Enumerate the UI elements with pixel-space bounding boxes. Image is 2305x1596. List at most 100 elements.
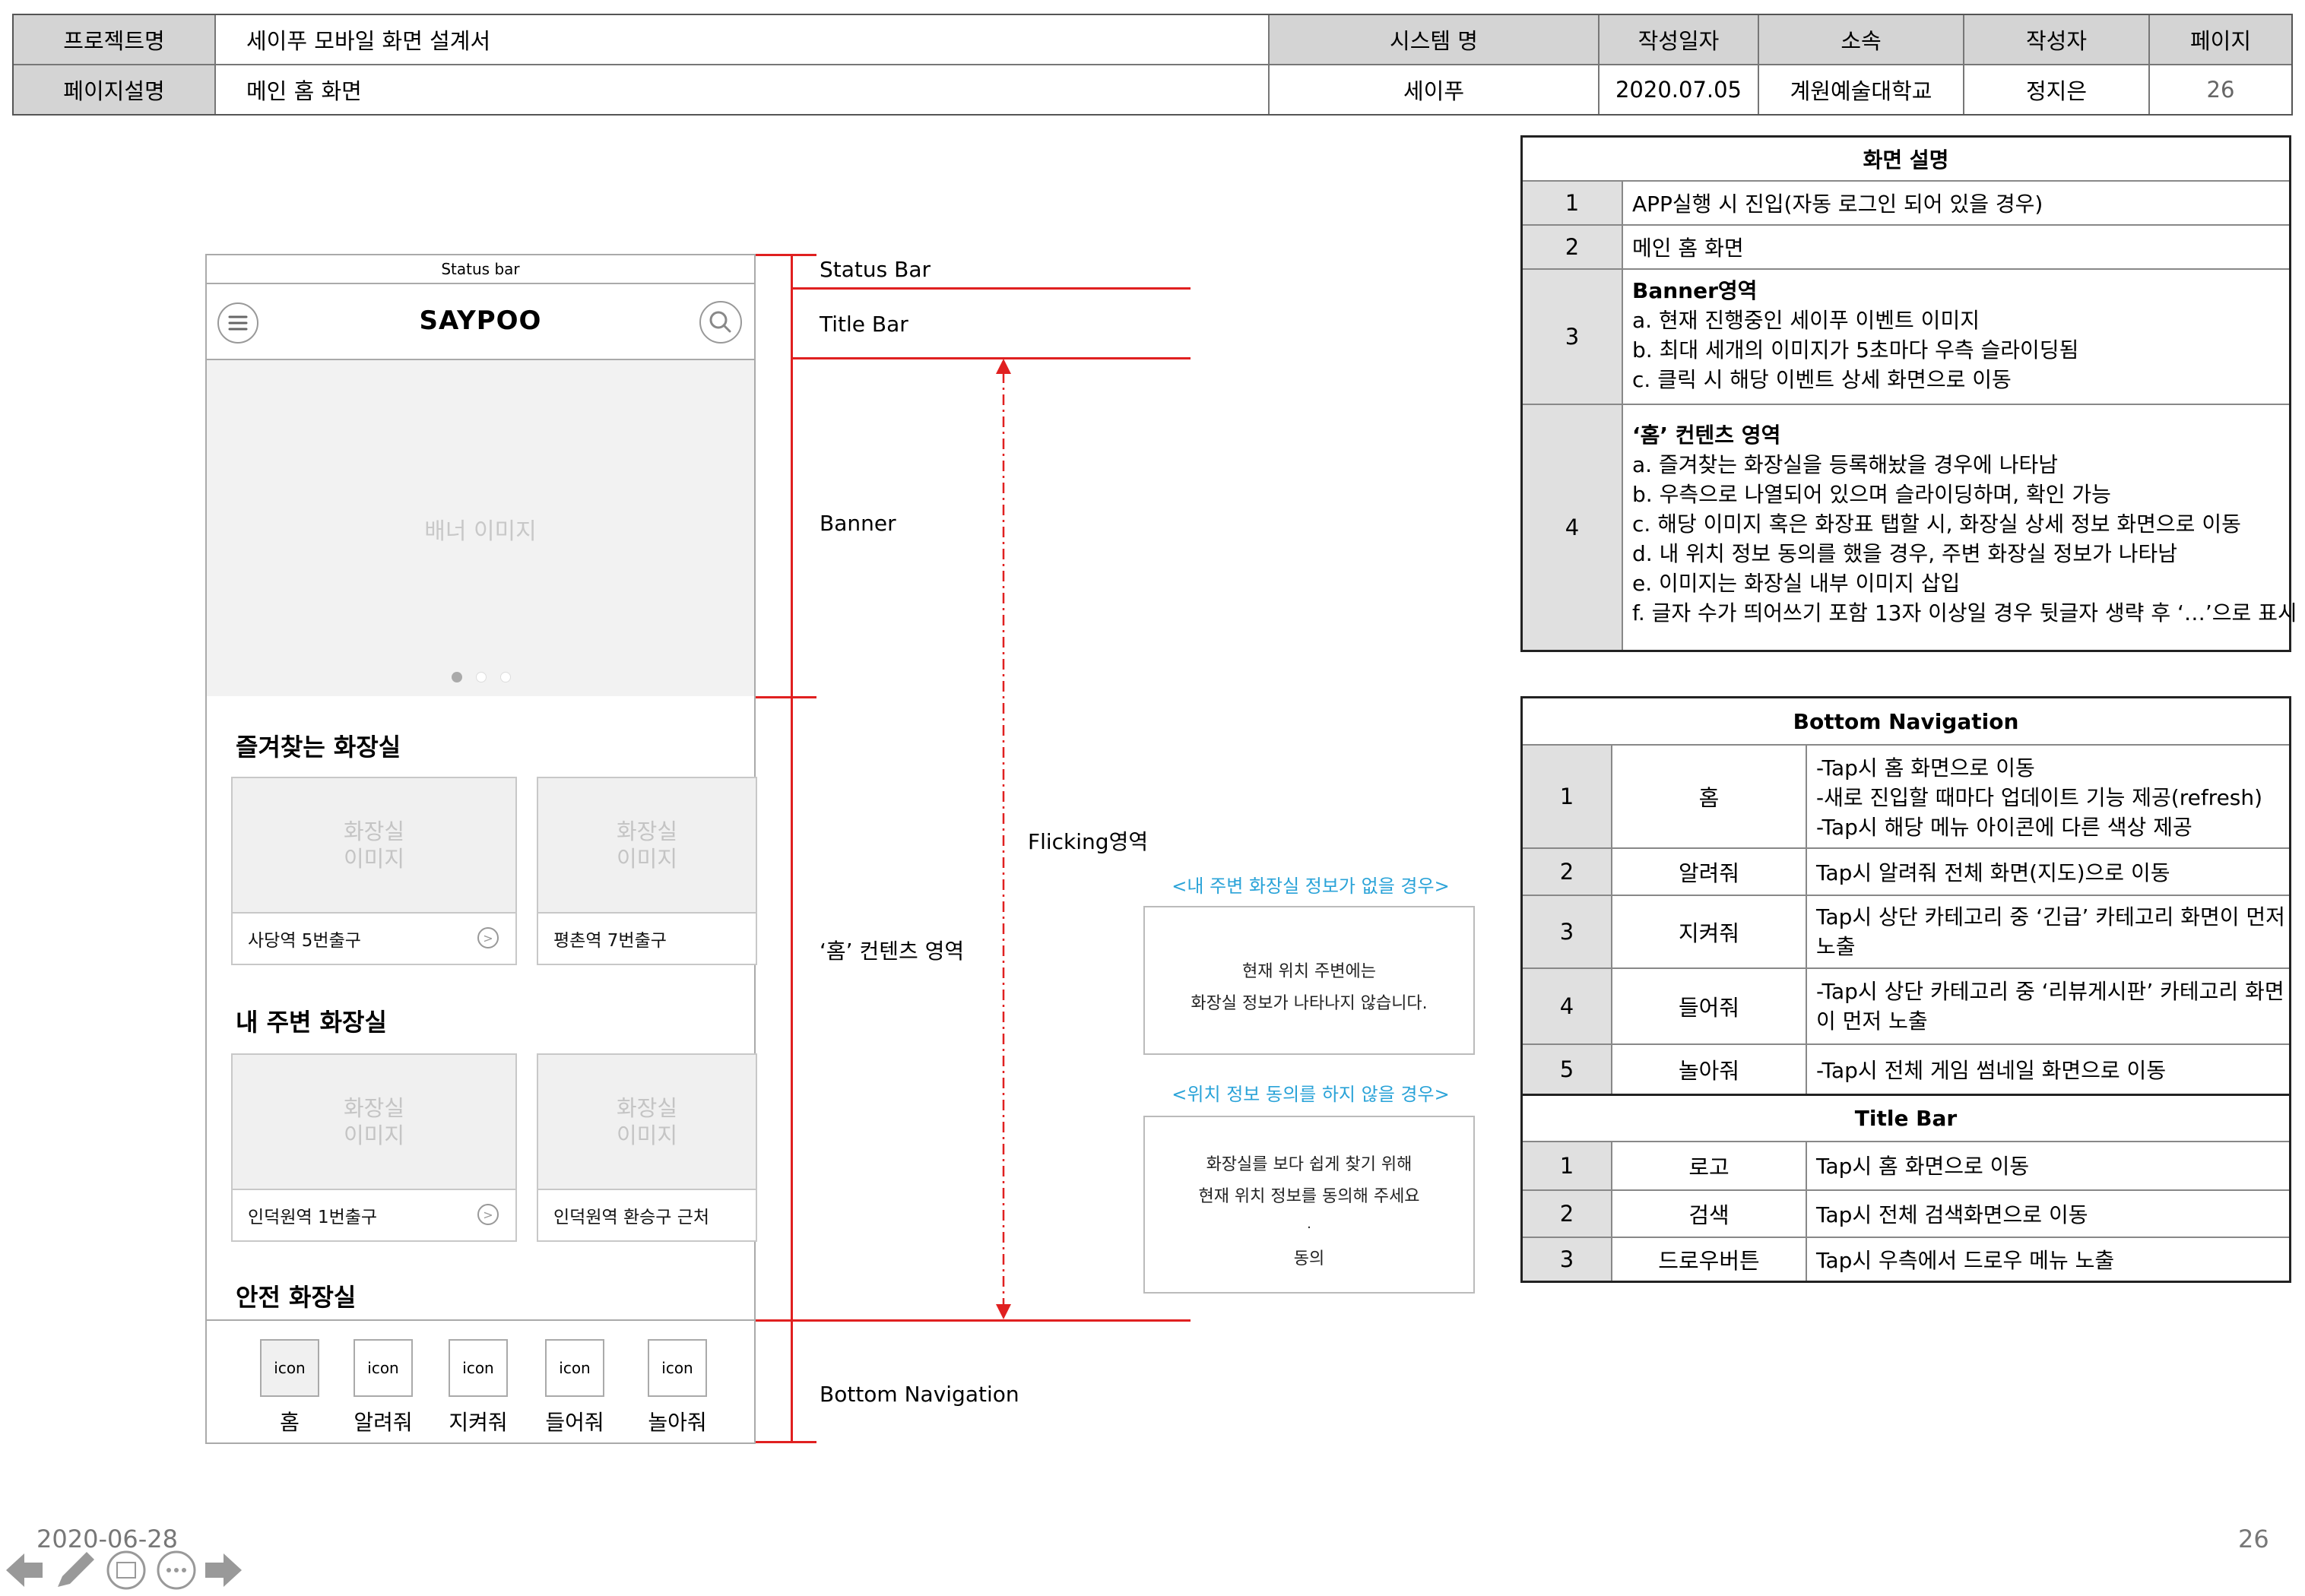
nav-label-protect[interactable]: 지켜줘 — [433, 1406, 524, 1436]
row-text: APP실행 시 진입(자동 로그인 되어 있을 경우) — [1632, 192, 2043, 217]
row-number: 1 — [1523, 746, 1612, 847]
date-label: 작성일자 — [1600, 15, 1759, 65]
row-line: -새로 진입할 때마다 업데이트 기능 제공(refresh) — [1816, 785, 2263, 810]
system-value: 세이푸 — [1270, 65, 1600, 114]
row-line: a. 즐겨찾는 화장실을 등록해놨을 경우에 나타남 — [1632, 452, 2059, 477]
banner-image-text: 배너 이미지 — [424, 518, 537, 545]
row-number: 3 — [1523, 1238, 1612, 1281]
nearby-title: 내 주변 화장실 — [236, 1008, 387, 1037]
agree-button[interactable]: 동의 — [1145, 1245, 1473, 1269]
arrow-left-icon[interactable] — [3, 1550, 46, 1590]
chevron-right-icon[interactable]: > — [477, 927, 499, 948]
org-label: 소속 — [1759, 15, 1964, 65]
page-value: 26 — [2150, 65, 2291, 114]
row-number: 4 — [1523, 405, 1623, 650]
screen-description-table: 화면 설명 1 APP실행 시 진입(자동 로그인 되어 있을 경우) 2 메인… — [1520, 135, 2297, 652]
popup-no-consent: 화장실를 보다 쉽게 찾기 위해 현재 위치 정보를 동의해 주세요 . 동의 — [1143, 1116, 1475, 1294]
nav-label-listen[interactable]: 들어줘 — [529, 1406, 620, 1436]
arrow-right-icon[interactable] — [202, 1550, 245, 1590]
popup-no-consent-dot: . — [1307, 1216, 1311, 1232]
project-label: 프로젝트명 — [14, 15, 216, 65]
screen-desc-row: 1 APP실행 시 진입(자동 로그인 되어 있을 경우) — [1523, 180, 2289, 224]
anno-home-contents: ‘홈’ 컨텐츠 영역 — [820, 939, 965, 964]
row-text: Tap시 알려줘 전체 화면(지도)으로 이동 — [1816, 860, 2170, 885]
popup-no-consent-line2: 현재 위치 정보를 동의해 주세요 — [1198, 1187, 1420, 1206]
slideshow-controls — [3, 1547, 246, 1593]
anno-banner: Banner — [820, 511, 896, 536]
row-line: e. 이미지는 화장실 내부 이미지 삽입 — [1632, 571, 1961, 596]
slide-view-icon[interactable] — [105, 1549, 147, 1591]
banner-dot[interactable] — [476, 672, 487, 682]
title-bar-table-title: Title Bar — [1854, 1105, 1958, 1131]
safe-title: 안전 화장실 — [236, 1283, 357, 1312]
nav-spec-row: 1 홈 -Tap시 홈 화면으로 이동 -새로 진입할 때마다 업데이트 기능 … — [1523, 744, 2289, 847]
banner[interactable]: 배너 이미지 — [205, 359, 756, 698]
row-text: Tap시 전체 검색화면으로 이동 — [1816, 1202, 2088, 1227]
play-icon[interactable]: icon — [648, 1339, 707, 1397]
more-options-icon[interactable] — [155, 1549, 198, 1591]
row-name: 홈 — [1612, 746, 1807, 847]
chevron-right-icon[interactable]: > — [477, 1204, 499, 1225]
card-caption: 평촌역 7번출구 — [553, 931, 667, 951]
row-number: 1 — [1523, 1142, 1612, 1189]
screen-desc-row: 2 메인 홈 화면 — [1523, 224, 2289, 268]
annotation-line — [756, 1319, 1191, 1322]
screen-desc-row: 3 Banner영역 a. 현재 진행중인 세이푸 이벤트 이미지 b. 최대 … — [1523, 268, 2289, 404]
banner-dot-active[interactable] — [452, 672, 462, 682]
protect-icon[interactable]: icon — [449, 1339, 508, 1397]
row-name: 지켜줘 — [1612, 896, 1807, 967]
anno-title-bar: Title Bar — [820, 312, 908, 337]
row-number: 2 — [1523, 226, 1623, 268]
row-name: 드로우버튼 — [1612, 1238, 1807, 1281]
bottom-nav-table-title: Bottom Navigation — [1793, 708, 2019, 734]
app-logo[interactable]: SAYPOO — [207, 306, 754, 336]
favorite-card[interactable]: 화장실 이미지 평촌역 7번출구 — [537, 777, 757, 965]
title-spec-row: 2 검색 Tap시 전체 검색화면으로 이동 — [1523, 1189, 2289, 1237]
row-line: -Tap시 해당 메뉴 아이콘에 다른 색상 제공 — [1816, 815, 2192, 840]
home-icon[interactable]: icon — [260, 1339, 319, 1397]
row-line: c. 해당 이미지 혹은 화장표 탭할 시, 화장실 상세 정보 화면으로 이동 — [1632, 511, 2241, 537]
nearby-card[interactable]: 화장실 이미지 인덕원역 환승구 근처 — [537, 1053, 757, 1242]
row-text: Tap시 우측에서 드로우 메뉴 노출 — [1816, 1248, 2115, 1273]
row-line: b. 최대 세개의 이미지가 5초마다 우측 슬라이딩됨 — [1632, 337, 2079, 363]
title-spec-row: 1 로고 Tap시 홈 화면으로 이동 — [1523, 1141, 2289, 1189]
row-number: 2 — [1523, 849, 1612, 895]
popup-no-info: 현재 위치 주변에는 화장실 정보가 나타나지 않습니다. — [1143, 906, 1475, 1055]
nearby-card[interactable]: 화장실 이미지 인덕원역 1번출구 > — [231, 1053, 517, 1242]
nav-spec-row: 5 놀아줘 -Tap시 전체 게임 썸네일 화면으로 이동 — [1523, 1043, 2289, 1094]
notify-icon[interactable]: icon — [354, 1339, 413, 1397]
nav-spec-row: 2 알려줘 Tap시 알려줘 전체 화면(지도)으로 이동 — [1523, 847, 2289, 895]
nav-label-play[interactable]: 놀아줘 — [632, 1406, 723, 1436]
screen-desc-row: 4 ‘홈’ 컨텐츠 영역 a. 즐겨찾는 화장실을 등록해놨을 경우에 나타남 … — [1523, 404, 2297, 650]
row-number: 3 — [1523, 270, 1623, 404]
nav-label-home[interactable]: 홈 — [244, 1406, 335, 1436]
row-text: Tap시 상단 카테고리 중 ‘긴급’ 카테고리 화면이 먼저 노출 — [1816, 896, 2285, 967]
project-value: 세이푸 모바일 화면 설계서 — [216, 15, 1270, 65]
banner-dot[interactable] — [500, 672, 511, 682]
system-label: 시스템 명 — [1270, 15, 1600, 65]
row-line: 노출 — [1816, 934, 1856, 959]
annotation-line — [791, 287, 1191, 290]
favorite-card[interactable]: 화장실 이미지 사당역 5번출구 > — [231, 777, 517, 965]
status-bar-label: Status bar — [441, 260, 520, 278]
nav-label-notify[interactable]: 알려줘 — [338, 1406, 429, 1436]
listen-icon[interactable]: icon — [545, 1339, 604, 1397]
row-line: a. 현재 진행중인 세이푸 이벤트 이미지 — [1632, 308, 1980, 333]
row-text: -Tap시 전체 게임 썸네일 화면으로 이동 — [1816, 1058, 2167, 1083]
row-line: b. 우측으로 나열되어 있으며 슬라이딩하며, 확인 가능 — [1632, 482, 2111, 507]
footer-page-number: 26 — [2238, 1525, 2269, 1553]
row-heading: ‘홈’ 컨텐츠 영역 — [1632, 423, 1781, 448]
row-line: -Tap시 홈 화면으로 이동 — [1816, 755, 2035, 781]
row-name: 들어줘 — [1612, 969, 1807, 1043]
title-bar-table-header: Title Bar — [1523, 1094, 2289, 1141]
search-icon[interactable] — [699, 301, 742, 344]
row-number: 2 — [1523, 1191, 1612, 1237]
row-line: Tap시 상단 카테고리 중 ‘긴급’ 카테고리 화면이 먼저 — [1816, 904, 2285, 929]
row-name: 검색 — [1612, 1191, 1807, 1237]
popup-no-info-caption: <내 주변 화장실 정보가 없을 경우> — [1172, 876, 1450, 897]
pen-icon[interactable] — [52, 1547, 99, 1593]
row-text: -Tap시 홈 화면으로 이동 -새로 진입할 때마다 업데이트 기능 제공(r… — [1816, 746, 2262, 847]
row-line: -Tap시 상단 카테고리 중 ‘리뷰게시판’ 카테고리 화면 — [1816, 979, 2284, 1004]
popup-no-info-line1: 현재 위치 주변에는 — [1242, 962, 1376, 981]
card-caption: 인덕원역 환승구 근처 — [553, 1208, 710, 1227]
